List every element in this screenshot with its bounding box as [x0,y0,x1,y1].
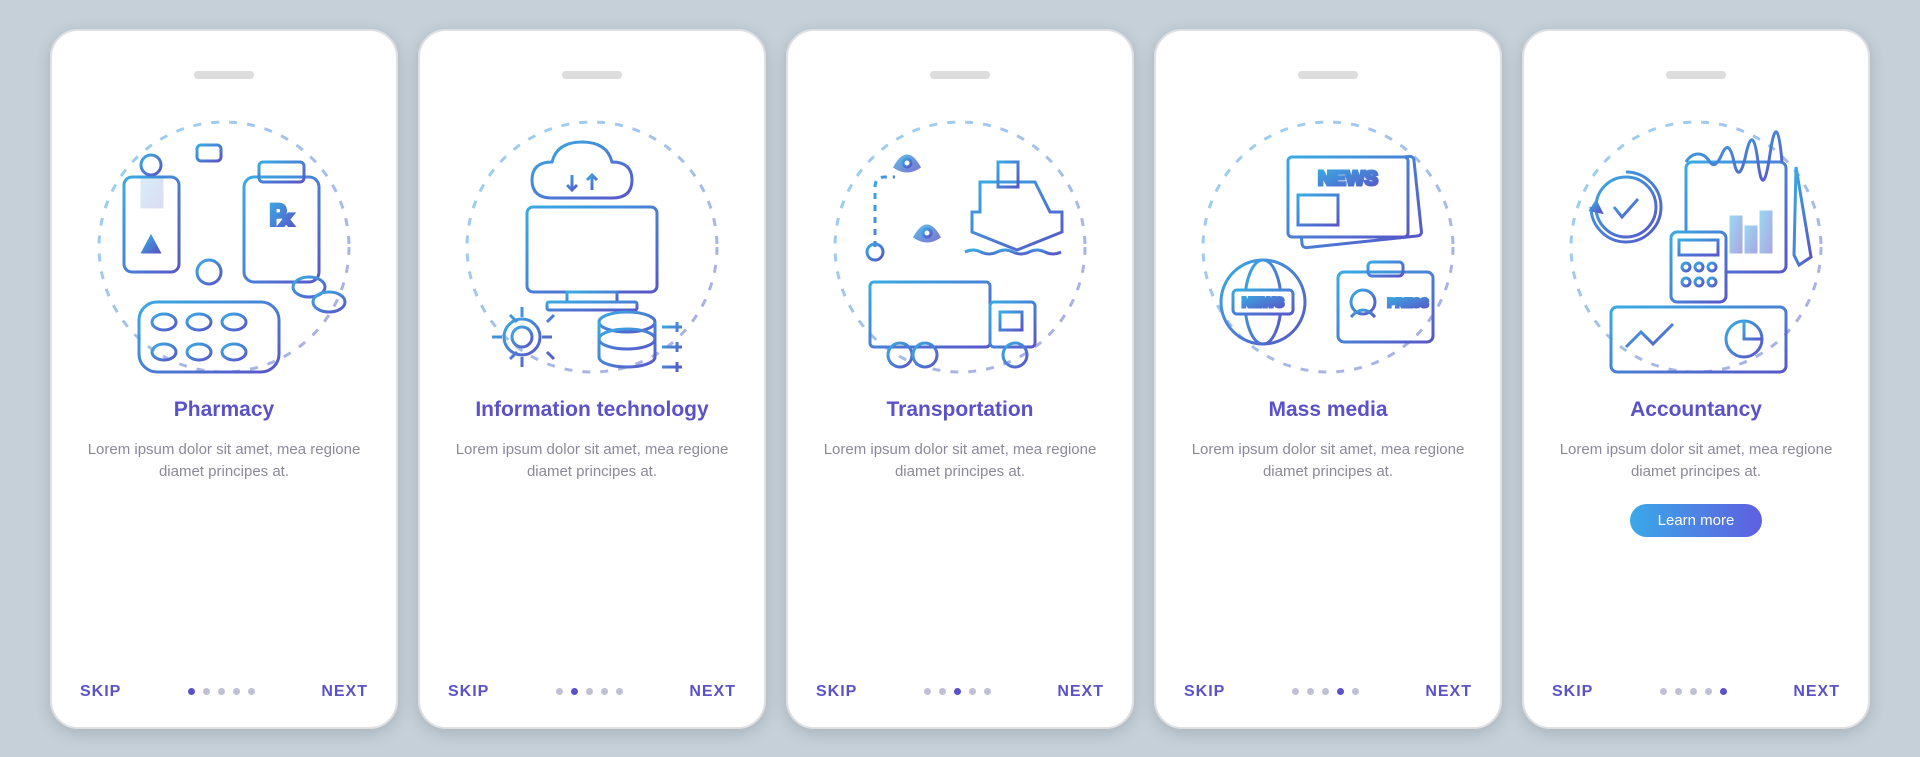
page-dot[interactable] [1660,688,1667,695]
screen-title: Pharmacy [174,397,274,423]
page-dot[interactable] [1292,688,1299,695]
svg-text:NEWS: NEWS [1242,294,1284,310]
phone-screen-1: Information technology Lorem ipsum dolor … [418,29,766,729]
phone-screen-0: ℞ Pharmacy Lorem ipsum dolor sit amet, mea… [50,29,398,729]
next-button[interactable]: NEXT [1057,683,1104,701]
screen-description: Lorem ipsum dolor sit amet, mea regione … [80,439,368,484]
page-dot[interactable] [1705,688,1712,695]
page-dots [1292,688,1359,695]
page-dot[interactable] [969,688,976,695]
phone-screen-3: NEWS NEWS PRESS Mass media Lorem ipsum dolor… [1154,29,1502,729]
transport-icon [820,107,1100,387]
phone-speaker [1666,71,1726,79]
screen-description: Lorem ipsum dolor sit amet, mea regione … [1184,439,1472,484]
page-dot[interactable] [1352,688,1359,695]
skip-button[interactable]: SKIP [1184,683,1225,701]
screen-title: Transportation [886,397,1033,423]
screen-title: Accountancy [1630,397,1762,423]
page-dot[interactable] [188,688,195,695]
page-dot[interactable] [248,688,255,695]
nav-bar: SKIP NEXT [816,683,1104,701]
skip-button[interactable]: SKIP [448,683,489,701]
accountancy-icon [1556,107,1836,387]
skip-button[interactable]: SKIP [816,683,857,701]
page-dots [556,688,623,695]
phone-speaker [1298,71,1358,79]
media-icon: NEWS NEWS PRESS [1188,107,1468,387]
phone-speaker [930,71,990,79]
nav-bar: SKIP NEXT [80,683,368,701]
page-dot[interactable] [954,688,961,695]
page-dot[interactable] [1322,688,1329,695]
it-icon [452,107,732,387]
screen-title: Mass media [1268,397,1387,423]
page-dot[interactable] [203,688,210,695]
next-button[interactable]: NEXT [321,683,368,701]
next-button[interactable]: NEXT [1793,683,1840,701]
page-dots [1660,688,1727,695]
screen-description: Lorem ipsum dolor sit amet, mea regione … [448,439,736,484]
page-dot[interactable] [233,688,240,695]
pharmacy-icon: ℞ [84,107,364,387]
svg-text:℞: ℞ [269,200,294,231]
page-dot[interactable] [601,688,608,695]
phone-screen-4: Accountancy Lorem ipsum dolor sit amet, m… [1522,29,1870,729]
screen-title: Information technology [475,397,708,423]
nav-bar: SKIP NEXT [448,683,736,701]
page-dot[interactable] [586,688,593,695]
screen-description: Lorem ipsum dolor sit amet, mea regione … [1552,439,1840,484]
page-dot[interactable] [1690,688,1697,695]
page-dots [924,688,991,695]
page-dot[interactable] [939,688,946,695]
screen-description: Lorem ipsum dolor sit amet, mea regione … [816,439,1104,484]
learn-more-button[interactable]: Learn more [1630,504,1763,537]
phone-screen-2: Transportation Lorem ipsum dolor sit amet… [786,29,1134,729]
page-dot[interactable] [556,688,563,695]
nav-bar: SKIP NEXT [1184,683,1472,701]
next-button[interactable]: NEXT [689,683,736,701]
page-dot[interactable] [984,688,991,695]
svg-text:NEWS: NEWS [1318,168,1378,190]
svg-text:PRESS: PRESS [1388,296,1429,310]
page-dot[interactable] [1337,688,1344,695]
phone-speaker [194,71,254,79]
nav-bar: SKIP NEXT [1552,683,1840,701]
skip-button[interactable]: SKIP [1552,683,1593,701]
page-dot[interactable] [218,688,225,695]
next-button[interactable]: NEXT [1425,683,1472,701]
phone-speaker [562,71,622,79]
page-dot[interactable] [924,688,931,695]
page-dots [188,688,255,695]
page-dot[interactable] [616,688,623,695]
page-dot[interactable] [1720,688,1727,695]
skip-button[interactable]: SKIP [80,683,121,701]
page-dot[interactable] [1675,688,1682,695]
page-dot[interactable] [571,688,578,695]
page-dot[interactable] [1307,688,1314,695]
